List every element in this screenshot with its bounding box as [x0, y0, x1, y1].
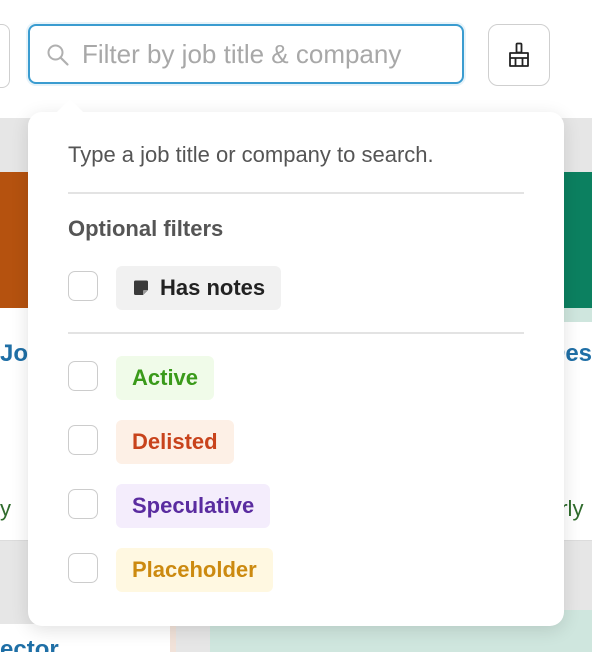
has-notes-label: Has notes — [160, 275, 266, 300]
status-tag-speculative[interactable]: Speculative — [116, 484, 271, 528]
search-hint: Type a job title or company to search. — [68, 142, 434, 167]
search-icon — [46, 43, 70, 67]
search-popover: Type a job title or company to search. O… — [28, 98, 564, 626]
status-label: Placeholder — [132, 557, 257, 582]
toolbar-button[interactable] — [0, 24, 10, 88]
status-tag-placeholder[interactable]: Placeholder — [116, 548, 273, 592]
status-label: Speculative — [132, 493, 255, 518]
status-label: Active — [132, 365, 199, 390]
job-card-title[interactable]: ector — [0, 636, 59, 652]
has-notes-tag[interactable]: Has notes — [116, 266, 282, 310]
placeholder-checkbox[interactable] — [68, 553, 98, 583]
has-notes-checkbox[interactable] — [68, 271, 98, 301]
job-card-status: y — [0, 496, 11, 521]
search-input[interactable] — [82, 34, 452, 74]
optional-filters-title: Optional filters — [68, 216, 224, 241]
job-card-title[interactable]: Jo — [0, 340, 28, 368]
search-field[interactable] — [28, 24, 464, 84]
job-board-screen: Jo y Des arly ector Filter by job title … — [0, 0, 592, 652]
status-tag-active[interactable]: Active — [116, 356, 215, 400]
status-tag-delisted[interactable]: Delisted — [116, 420, 234, 464]
active-checkbox[interactable] — [68, 361, 98, 391]
divider — [68, 332, 524, 334]
note-icon — [134, 280, 148, 295]
filter-toolbar — [0, 0, 592, 118]
broom-icon — [509, 42, 529, 67]
status-label: Delisted — [132, 429, 218, 454]
speculative-checkbox[interactable] — [68, 489, 98, 519]
clear-filters-button[interactable] — [488, 24, 550, 86]
delisted-checkbox[interactable] — [68, 425, 98, 455]
divider — [68, 192, 524, 194]
